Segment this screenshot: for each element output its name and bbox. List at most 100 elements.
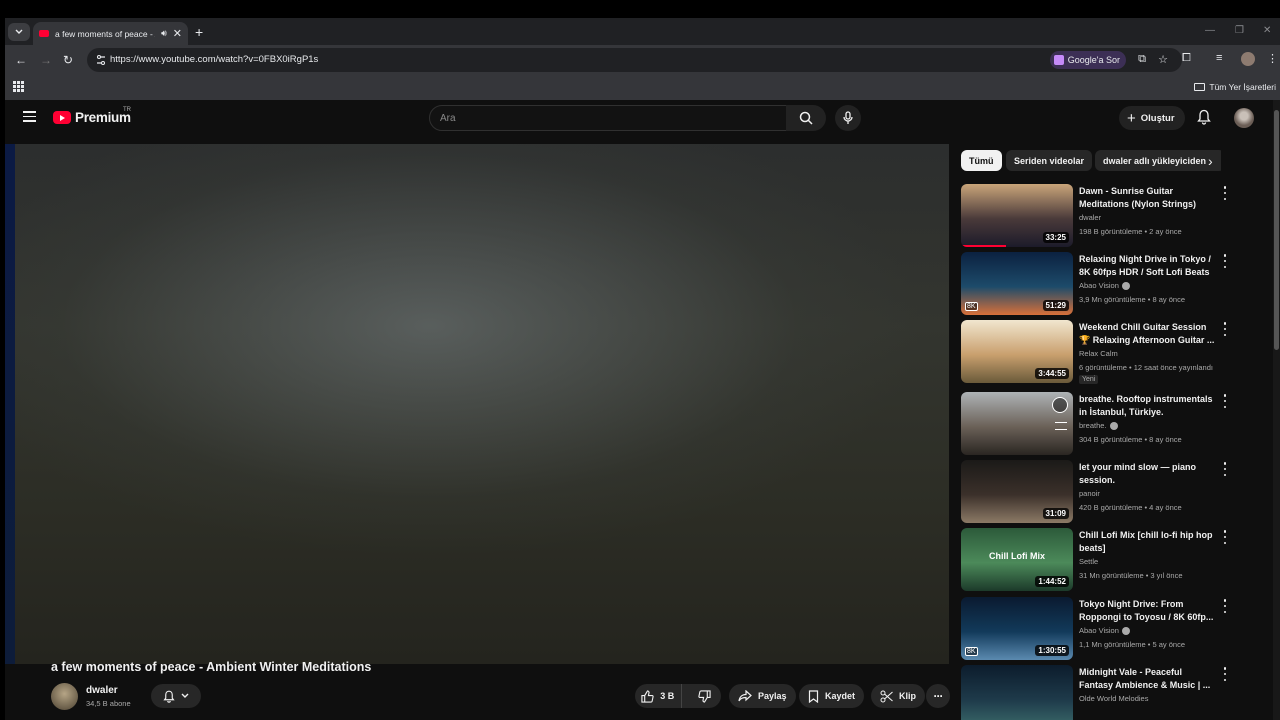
more-actions-button[interactable]: ··· bbox=[926, 684, 950, 708]
recommendation-channel[interactable]: Olde World Melodies bbox=[1079, 694, 1148, 703]
scrollbar-thumb[interactable] bbox=[1274, 110, 1279, 350]
recommendation-item[interactable]: 3:44:55 Weekend Chill Guitar Session 🏆 Re… bbox=[961, 320, 1231, 384]
like-button[interactable]: 3 B bbox=[635, 684, 682, 708]
recommendation-item[interactable]: 8K 1:30:55 Tokyo Night Drive: From Roppong… bbox=[961, 597, 1231, 661]
recommendation-title[interactable]: let your mind slow — piano session. bbox=[1079, 461, 1215, 487]
forward-arrow-icon[interactable]: → bbox=[40, 53, 52, 67]
recommendation-channel[interactable]: Abao Vision bbox=[1079, 281, 1130, 291]
media-controls-icon[interactable]: ≡ bbox=[1216, 52, 1222, 64]
recommendation-title[interactable]: breathe. Rooftop instrumentals in İstanb… bbox=[1079, 393, 1215, 419]
video-thumbnail[interactable]: Chill Lofi Mix 1:44:52 bbox=[961, 528, 1073, 591]
chevron-right-icon[interactable]: › bbox=[1208, 153, 1213, 169]
recommendation-item[interactable]: 33:25 Dawn - Sunrise Guitar Meditations (… bbox=[961, 184, 1231, 248]
search-input[interactable] bbox=[430, 106, 786, 130]
close-tab-icon[interactable]: ✕ bbox=[173, 27, 182, 40]
speaker-icon[interactable]: 🔊︎ bbox=[161, 28, 167, 39]
channel-label: Settle bbox=[1079, 557, 1099, 566]
ask-google-button[interactable]: Google'a Sor bbox=[1049, 51, 1126, 69]
youtube-logo[interactable]: Premium TR bbox=[53, 107, 131, 125]
new-badge: Yeni bbox=[1079, 375, 1099, 384]
recommendation-title[interactable]: Tokyo Night Drive: From Roppongi to Toyo… bbox=[1079, 598, 1215, 624]
notifications-bell-icon[interactable] bbox=[1197, 109, 1211, 130]
add-to-queue-icon[interactable] bbox=[1055, 422, 1067, 430]
video-thumbnail[interactable]: 8K 1:30:55 bbox=[961, 597, 1073, 660]
chip-all[interactable]: Tümü bbox=[961, 150, 1002, 171]
masthead: Premium TR + Oluştur bbox=[5, 100, 1280, 136]
video-player[interactable] bbox=[5, 144, 949, 664]
dislike-button[interactable] bbox=[688, 684, 721, 708]
more-vertical-icon[interactable] bbox=[1222, 667, 1228, 681]
save-button[interactable]: Kaydet bbox=[799, 684, 865, 708]
recommendation-channel[interactable]: dwaler bbox=[1079, 213, 1101, 222]
more-vertical-icon[interactable] bbox=[1222, 394, 1228, 408]
more-vertical-icon[interactable] bbox=[1222, 254, 1228, 268]
video-thumbnail[interactable]: 8K 51:29 bbox=[961, 252, 1073, 315]
more-vertical-icon[interactable] bbox=[1222, 186, 1228, 200]
quality-badge: 8K bbox=[965, 647, 978, 656]
new-tab-button[interactable]: + bbox=[195, 24, 203, 40]
reload-icon[interactable]: ↻ bbox=[63, 53, 73, 67]
restore-icon[interactable]: ❐ bbox=[1235, 25, 1244, 36]
recommendation-item[interactable]: 31:09 let your mind slow — piano session.… bbox=[961, 460, 1231, 524]
recommendation-item[interactable]: 8K 51:29 Relaxing Night Drive in Tokyo / 8… bbox=[961, 252, 1231, 316]
minimize-icon[interactable]: — bbox=[1205, 25, 1215, 36]
watch-later-icon[interactable] bbox=[1052, 397, 1068, 413]
more-vertical-icon[interactable] bbox=[1222, 462, 1228, 476]
video-duration: 3:44:55 bbox=[1035, 368, 1069, 379]
related-chips: Tümü Seriden videolar dwaler adlı yükley… bbox=[961, 150, 1221, 172]
recommendation-title[interactable]: Midnight Vale - Peaceful Fantasy Ambienc… bbox=[1079, 666, 1215, 692]
voice-search-button[interactable] bbox=[835, 105, 861, 131]
video-thumbnail[interactable] bbox=[961, 392, 1073, 455]
recommendation-channel[interactable]: breathe. bbox=[1079, 421, 1118, 431]
recommendation-channel[interactable]: Abao Vision bbox=[1079, 626, 1130, 636]
create-button[interactable]: + Oluştur bbox=[1119, 106, 1185, 130]
search-icon bbox=[799, 111, 813, 125]
recommendation-item[interactable]: Chill Lofi Mix 1:44:52 Chill Lofi Mix [chi… bbox=[961, 528, 1231, 592]
tab-search-button[interactable] bbox=[8, 23, 30, 41]
more-vertical-icon[interactable] bbox=[1222, 599, 1228, 613]
chip-uploader[interactable]: dwaler adlı yükleyiciden bbox=[1095, 150, 1221, 171]
more-vertical-icon[interactable] bbox=[1222, 530, 1228, 544]
apps-grid-icon[interactable] bbox=[13, 81, 24, 92]
all-bookmarks-button[interactable]: Tüm Yer İşaretleri bbox=[1194, 82, 1276, 92]
video-thumbnail[interactable] bbox=[961, 665, 1073, 720]
search-button[interactable] bbox=[786, 105, 826, 131]
recommendation-channel[interactable]: Settle bbox=[1079, 557, 1098, 566]
video-thumbnail[interactable]: 3:44:55 bbox=[961, 320, 1073, 383]
youtube-play-icon bbox=[53, 111, 71, 124]
recommendation-item[interactable]: Midnight Vale - Peaceful Fantasy Ambienc… bbox=[961, 665, 1231, 720]
recommendation-title[interactable]: Weekend Chill Guitar Session 🏆 Relaxing … bbox=[1079, 321, 1215, 347]
recommendation-title[interactable]: Dawn - Sunrise Guitar Meditations (Nylon… bbox=[1079, 185, 1215, 211]
back-arrow-icon[interactable]: ← bbox=[15, 53, 27, 67]
recommendation-title[interactable]: Chill Lofi Mix [chill lo-fi hip hop beat… bbox=[1079, 529, 1215, 555]
browser-tab-active[interactable]: a few moments of peace - A 🔊︎ ✕ bbox=[33, 22, 188, 45]
search-box[interactable] bbox=[429, 105, 787, 131]
channel-label: Olde World Melodies bbox=[1079, 694, 1149, 703]
browser-menu-icon[interactable]: ⋮ bbox=[1267, 52, 1278, 65]
recommendation-channel[interactable]: Relax Calm bbox=[1079, 349, 1118, 358]
profile-avatar[interactable] bbox=[1241, 52, 1255, 66]
recommendation-channel[interactable]: panoir bbox=[1079, 489, 1100, 498]
guide-menu-icon[interactable] bbox=[23, 111, 36, 122]
site-info-icon[interactable] bbox=[95, 54, 107, 66]
more-vertical-icon[interactable] bbox=[1222, 322, 1228, 336]
video-thumbnail[interactable]: 31:09 bbox=[961, 460, 1073, 523]
share-button[interactable]: Paylaş bbox=[729, 684, 796, 708]
clip-button[interactable]: Klip bbox=[871, 684, 925, 708]
folder-icon bbox=[1194, 83, 1206, 91]
chip-series[interactable]: Seriden videolar bbox=[1006, 150, 1093, 171]
extensions-icon[interactable]: ⧠ bbox=[1182, 52, 1191, 65]
share-arrow-icon bbox=[738, 690, 752, 702]
save-label: Kaydet bbox=[825, 691, 856, 701]
bookmark-star-icon[interactable]: ☆ bbox=[1158, 53, 1168, 66]
video-thumbnail[interactable]: 33:25 bbox=[961, 184, 1073, 247]
recommendation-item[interactable]: breathe. Rooftop instrumentals in İstanb… bbox=[961, 392, 1231, 456]
url-text[interactable]: https://www.youtube.com/watch?v=0FBX0iRg… bbox=[110, 54, 318, 65]
recommendation-title[interactable]: Relaxing Night Drive in Tokyo / 8K 60fps… bbox=[1079, 253, 1215, 279]
close-window-icon[interactable]: ✕ bbox=[1263, 25, 1271, 36]
install-app-icon[interactable]: ⧉ bbox=[1138, 53, 1146, 66]
address-bar[interactable]: https://www.youtube.com/watch?v=0FBX0iRg… bbox=[87, 48, 1182, 72]
account-avatar[interactable] bbox=[1234, 108, 1254, 128]
clip-label: Klip bbox=[899, 691, 916, 701]
more-horizontal-icon: ··· bbox=[933, 689, 944, 703]
